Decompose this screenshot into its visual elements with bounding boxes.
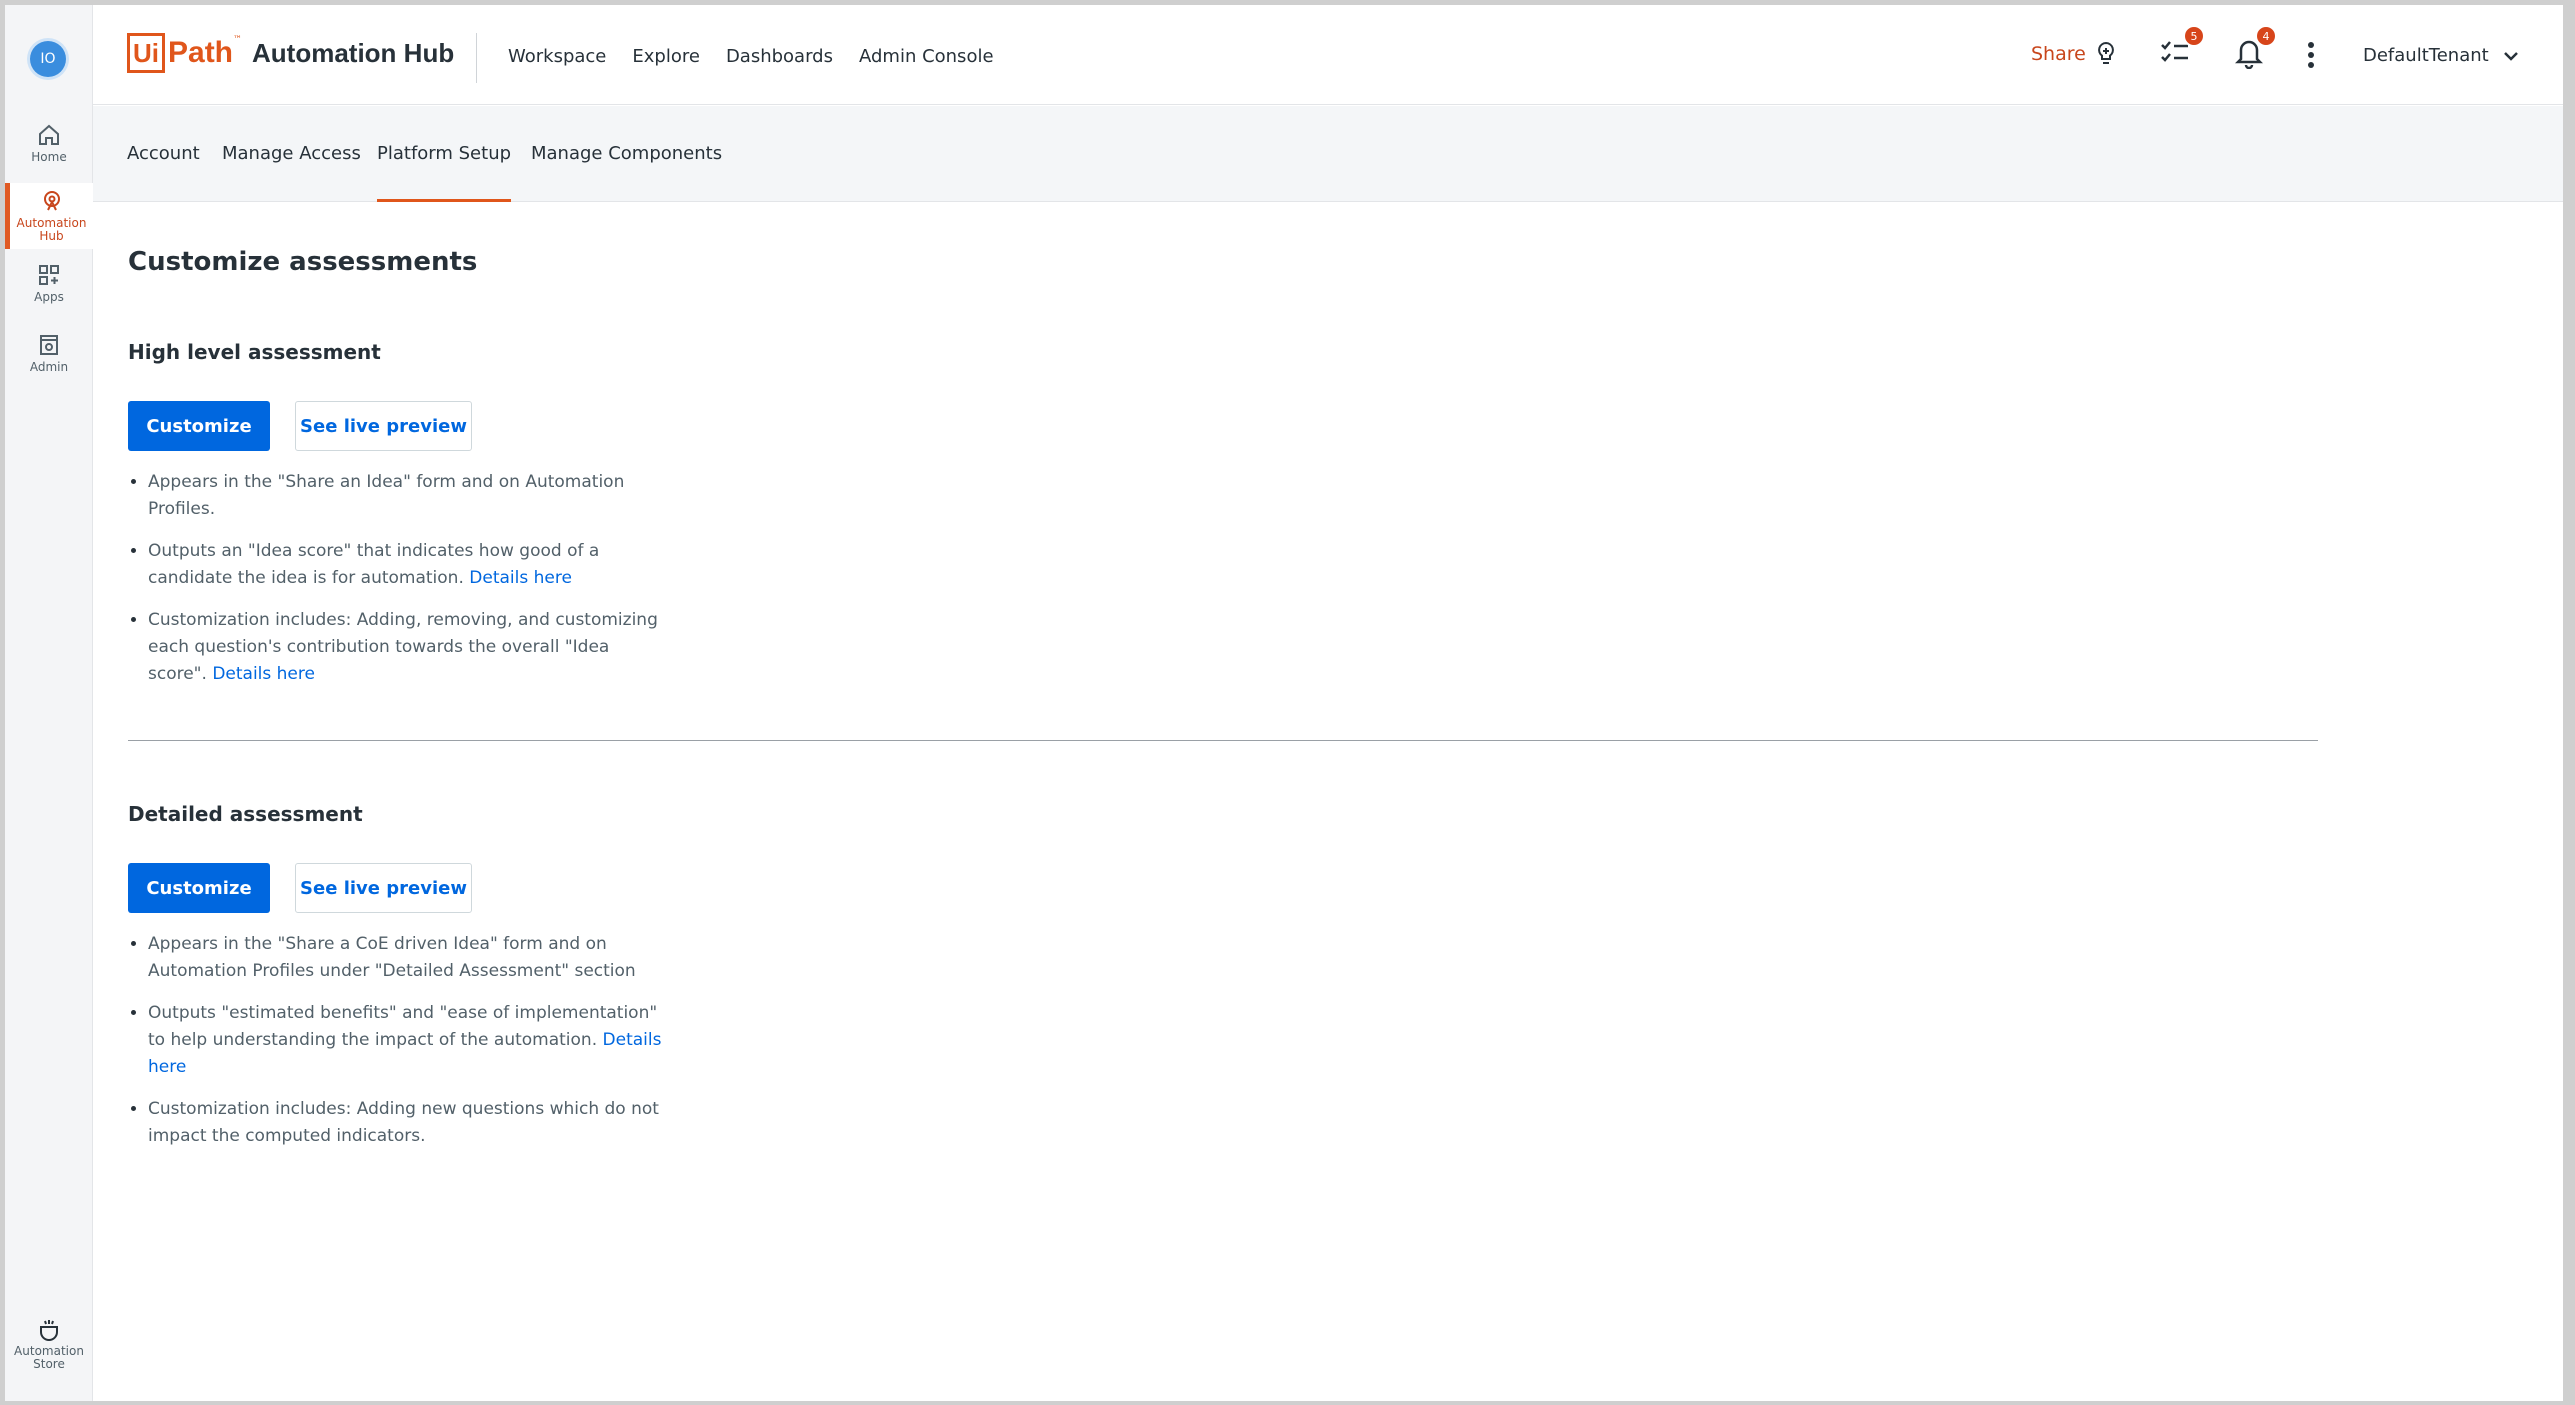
details-link[interactable]: Details here — [469, 568, 572, 588]
rail-item-automation-hub[interactable]: Automation Hub — [5, 183, 93, 249]
tab-platform-setup[interactable]: Platform Setup — [377, 106, 512, 202]
section-divider — [128, 740, 2318, 741]
chevron-down-icon — [2503, 51, 2518, 61]
more-vertical-icon — [2308, 42, 2314, 68]
list-item: Appears in the "Share a CoE driven Idea"… — [148, 931, 668, 985]
notifications-badge: 4 — [2255, 25, 2277, 47]
uipath-logo[interactable]: Ui Path ™ Automation Hub — [127, 33, 454, 73]
details-link[interactable]: Details here — [212, 664, 315, 684]
bullet-text: Appears in the "Share a CoE driven Idea"… — [148, 934, 636, 981]
list-item: Outputs "estimated benefits" and "ease o… — [148, 1000, 668, 1081]
rail-item-label: Apps — [34, 290, 64, 304]
nav-admin-console[interactable]: Admin Console — [859, 46, 994, 67]
page-title: Customize assessments — [128, 247, 478, 277]
high-level-bullets: Appears in the "Share an Idea" form and … — [148, 469, 668, 703]
logo-path: Path — [168, 36, 234, 69]
top-header: Ui Path ™ Automation Hub Workspace Explo… — [93, 5, 2563, 105]
nav-workspace[interactable]: Workspace — [508, 46, 606, 67]
rail-item-label: Automation Hub — [16, 216, 87, 243]
rail-item-label: Automation Store — [14, 1344, 84, 1371]
detailed-assessment-title: Detailed assessment — [128, 802, 363, 826]
logo-ui: Ui — [127, 33, 165, 73]
detailed-customize-button[interactable]: Customize — [128, 863, 270, 913]
rail-item-apps[interactable]: Apps — [5, 263, 93, 313]
rail-item-home[interactable]: Home — [5, 123, 93, 173]
tenant-selector[interactable]: DefaultTenant — [2363, 45, 2519, 66]
left-rail: IO Home Automation Hub Apps Admin Automa… — [5, 5, 93, 1401]
automation-store-icon — [40, 1320, 58, 1341]
tasks-badge: 5 — [2183, 25, 2205, 47]
user-avatar[interactable]: IO — [30, 41, 66, 77]
admin-subnav: Account Manage Access Platform Setup Man… — [93, 106, 2563, 202]
list-item: Customization includes: Adding, removing… — [148, 607, 668, 688]
share-button[interactable]: Share — [2031, 41, 2118, 67]
share-label: Share — [2031, 43, 2086, 65]
app-window: IO Home Automation Hub Apps Admin Automa… — [0, 0, 2575, 1405]
bullet-text: Outputs "estimated benefits" and "ease o… — [148, 1003, 658, 1050]
lightbulb-icon — [2097, 41, 2114, 64]
detailed-bullets: Appears in the "Share a CoE driven Idea"… — [148, 931, 668, 1165]
bullet-text: Appears in the "Share an Idea" form and … — [148, 472, 625, 519]
detailed-live-preview-button[interactable]: See live preview — [295, 863, 472, 913]
tenant-name: DefaultTenant — [2363, 45, 2489, 66]
main-content: Customize assessments High level assessm… — [128, 202, 2563, 1401]
notifications-button[interactable]: 4 — [2234, 25, 2277, 73]
admin-icon — [40, 335, 58, 355]
tasks-button[interactable]: 5 — [2159, 25, 2205, 71]
bullet-text: Customization includes: Adding new quest… — [148, 1099, 659, 1146]
list-item: Appears in the "Share an Idea" form and … — [148, 469, 668, 523]
nav-dashboards[interactable]: Dashboards — [726, 46, 833, 67]
header-divider — [476, 33, 477, 83]
rail-item-admin[interactable]: Admin — [5, 333, 93, 383]
tab-manage-access[interactable]: Manage Access — [222, 106, 361, 202]
nav-explore[interactable]: Explore — [632, 46, 700, 67]
rail-item-label: Home — [31, 150, 67, 164]
more-menu-button[interactable] — [2305, 41, 2317, 73]
product-name: Automation Hub — [252, 37, 455, 68]
high-level-customize-button[interactable]: Customize — [128, 401, 270, 451]
list-item: Customization includes: Adding new quest… — [148, 1096, 668, 1150]
top-nav: Workspace Explore Dashboards Admin Conso… — [508, 46, 994, 67]
home-icon — [39, 124, 59, 145]
automation-hub-icon — [43, 191, 60, 211]
rail-item-automation-store[interactable]: Automation Store — [5, 1317, 93, 1377]
logo-trademark: ™ — [233, 35, 243, 45]
high-level-assessment-title: High level assessment — [128, 340, 381, 364]
tab-manage-components[interactable]: Manage Components — [531, 106, 722, 202]
tab-account[interactable]: Account — [127, 106, 200, 202]
apps-icon — [39, 265, 59, 285]
rail-item-label: Admin — [29, 360, 69, 374]
list-item: Outputs an "Idea score" that indicates h… — [148, 538, 668, 592]
high-level-live-preview-button[interactable]: See live preview — [295, 401, 472, 451]
